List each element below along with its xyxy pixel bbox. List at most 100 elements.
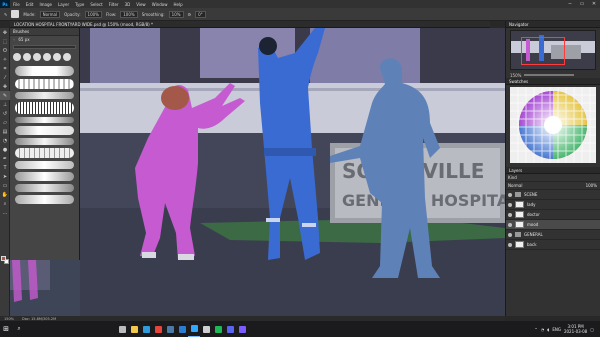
- menu-filter[interactable]: Filter: [106, 2, 122, 7]
- menu-window[interactable]: Window: [149, 2, 171, 7]
- flow-field[interactable]: 100%: [120, 10, 138, 18]
- eyedropper-tool-icon[interactable]: ⁄: [0, 73, 10, 82]
- brush-stroke-preview[interactable]: [15, 138, 74, 145]
- menu-edit[interactable]: Edit: [23, 2, 37, 7]
- brush-stroke-preview[interactable]: [15, 92, 74, 99]
- chevron-up-icon[interactable]: ⌃: [534, 327, 537, 332]
- notifications-icon[interactable]: ▢: [590, 327, 594, 332]
- blur-tool-icon[interactable]: ◔: [0, 136, 10, 145]
- file-explorer-taskbar-icon[interactable]: [128, 321, 140, 337]
- layer-row-selected[interactable]: mood: [506, 220, 600, 230]
- brush-preview-swatch[interactable]: [11, 10, 20, 18]
- brush-stroke-preview[interactable]: [15, 66, 74, 76]
- gradient-tool-icon[interactable]: ▤: [0, 127, 10, 136]
- hand-tool-icon[interactable]: ✋: [0, 190, 10, 199]
- navigator-zoom-value[interactable]: 150%: [510, 73, 521, 78]
- language-indicator[interactable]: ENG: [552, 327, 561, 332]
- eye-icon[interactable]: [508, 192, 512, 197]
- task-view-taskbar-icon[interactable]: [116, 321, 128, 337]
- edge-taskbar-icon[interactable]: [140, 321, 152, 337]
- brushes-panel-title[interactable]: Brushes: [10, 28, 79, 36]
- path-select-tool-icon[interactable]: ➤: [0, 172, 10, 181]
- doc-info[interactable]: Doc: 15.8M/305.2M: [22, 317, 56, 321]
- color-picker-grid[interactable]: [510, 87, 596, 163]
- brush-stroke-preview[interactable]: [15, 117, 74, 123]
- menu-layer[interactable]: Layer: [55, 2, 72, 7]
- smoothing-field[interactable]: 10%: [168, 10, 184, 18]
- brush-stroke-preview[interactable]: [15, 79, 74, 89]
- menu-image[interactable]: Image: [36, 2, 55, 7]
- menu-select[interactable]: Select: [87, 2, 105, 7]
- type-tool-icon[interactable]: T: [0, 163, 10, 172]
- clock[interactable]: 3:01 PM 2021-03-08: [564, 324, 587, 334]
- move-tool-icon[interactable]: ✥: [0, 28, 10, 37]
- brush-tip[interactable]: [53, 53, 61, 61]
- brush-size-value[interactable]: 65 px: [18, 37, 29, 42]
- network-icon[interactable]: ◔: [541, 327, 545, 332]
- discord-taskbar-icon[interactable]: [224, 321, 236, 337]
- foreground-color-swatch[interactable]: [1, 256, 6, 261]
- brush-stroke-preview[interactable]: [15, 126, 74, 135]
- filter-kind-select[interactable]: Kind: [508, 175, 517, 180]
- close-button[interactable]: ✕: [588, 0, 600, 8]
- spotify-taskbar-icon[interactable]: [212, 321, 224, 337]
- navigator-panel-title[interactable]: Navigator: [506, 21, 600, 28]
- eye-icon[interactable]: [508, 212, 512, 217]
- search-icon[interactable]: ⌕: [12, 321, 26, 337]
- layer-row[interactable]: back: [506, 240, 600, 250]
- dodge-tool-icon[interactable]: ●: [0, 145, 10, 154]
- layer-row[interactable]: lady: [506, 200, 600, 210]
- eye-icon[interactable]: [508, 232, 512, 237]
- steam-taskbar-icon[interactable]: [164, 321, 176, 337]
- pen-tool-icon[interactable]: ✒: [0, 154, 10, 163]
- navigator-thumbnail[interactable]: [510, 30, 596, 70]
- opacity-field[interactable]: 100%: [84, 10, 102, 18]
- layers-panel-title[interactable]: Layers: [506, 167, 600, 174]
- healing-brush-tool-icon[interactable]: ✚: [0, 82, 10, 91]
- document-canvas[interactable]: SOMERVILLE GENERAL HOSPITAL: [80, 28, 505, 316]
- layer-blend-mode-select[interactable]: Normal: [508, 183, 522, 188]
- windows-start-icon[interactable]: ⊞: [0, 321, 12, 337]
- brush-stroke-preview[interactable]: [15, 195, 74, 204]
- brush-tip[interactable]: [23, 53, 31, 61]
- volume-icon[interactable]: ◖: [547, 327, 549, 332]
- chrome-taskbar-icon[interactable]: [152, 321, 164, 337]
- brush-size-slider[interactable]: [13, 45, 76, 49]
- more-tools-icon[interactable]: …: [0, 208, 10, 217]
- zoom-readout[interactable]: 150%: [4, 317, 14, 321]
- layer-row[interactable]: SCENE: [506, 190, 600, 200]
- brush-stroke-preview[interactable]: [15, 172, 74, 181]
- menu-file[interactable]: File: [10, 2, 23, 7]
- brush-tool-preset-icon[interactable]: ✎: [4, 12, 7, 17]
- brush-stroke-preview[interactable]: [15, 148, 74, 158]
- gear-icon[interactable]: ⚙: [188, 12, 192, 17]
- color-swatches[interactable]: [1, 256, 9, 264]
- layer-row[interactable]: doctor: [506, 210, 600, 220]
- brush-tip[interactable]: [43, 53, 51, 61]
- brush-tip[interactable]: [13, 53, 21, 61]
- marquee-tool-icon[interactable]: ⬚: [0, 37, 10, 46]
- brush-stroke-preview[interactable]: [15, 161, 74, 169]
- obs-taskbar-icon[interactable]: [200, 321, 212, 337]
- navigator-view-box[interactable]: [521, 37, 565, 65]
- maximize-button[interactable]: ▭: [576, 0, 588, 8]
- minimize-button[interactable]: ─: [564, 0, 576, 8]
- clone-stamp-tool-icon[interactable]: ⊥: [0, 100, 10, 109]
- layer-opacity-field[interactable]: 100%: [586, 183, 597, 188]
- media-taskbar-icon[interactable]: [236, 321, 248, 337]
- brush-stroke-preview[interactable]: [15, 102, 74, 114]
- swatches-panel-title[interactable]: Swatches: [506, 78, 600, 85]
- menu-3d[interactable]: 3D: [122, 2, 134, 7]
- brush-tip[interactable]: [33, 53, 41, 61]
- eye-icon[interactable]: [508, 222, 512, 227]
- lasso-tool-icon[interactable]: ʘ: [0, 46, 10, 55]
- layer-row[interactable]: GENERAL: [506, 230, 600, 240]
- menu-type[interactable]: Type: [72, 2, 87, 7]
- navigator-zoom-slider[interactable]: [524, 74, 575, 76]
- eraser-tool-icon[interactable]: ▱: [0, 118, 10, 127]
- mail-taskbar-icon[interactable]: [176, 321, 188, 337]
- angle-field[interactable]: 0°: [195, 10, 206, 18]
- menu-view[interactable]: View: [133, 2, 149, 7]
- crop-tool-icon[interactable]: ⌗: [0, 64, 10, 73]
- photoshop-taskbar-icon[interactable]: [188, 321, 200, 337]
